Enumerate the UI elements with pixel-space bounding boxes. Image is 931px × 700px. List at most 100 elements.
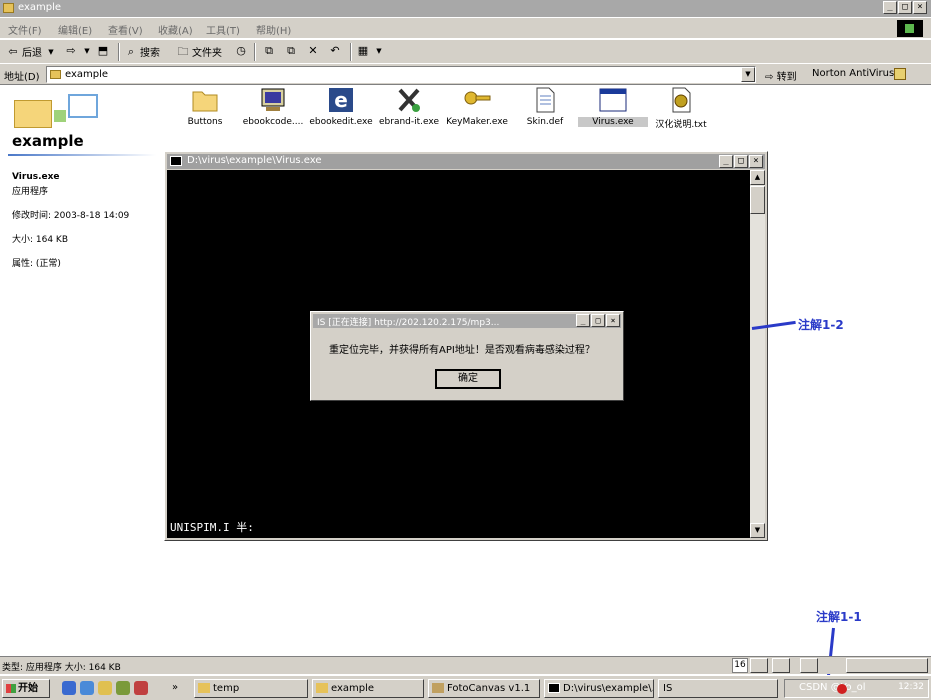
minimize-button[interactable]: _ (576, 314, 590, 327)
norton-icon[interactable] (894, 68, 906, 80)
folder-icon (192, 91, 218, 112)
file-type: 应用程序 (12, 187, 49, 197)
close-button[interactable]: × (606, 314, 620, 327)
file-item-readme[interactable]: 汉化说明.txt (646, 86, 716, 130)
ime-toolbar[interactable] (846, 658, 928, 673)
watermark: CSDN @Yo_ol (799, 682, 866, 693)
address-value: example (65, 69, 109, 80)
go-button[interactable]: ⇨ 转到 (765, 68, 797, 83)
app-icon[interactable] (134, 681, 148, 695)
ime-icon[interactable] (750, 658, 768, 673)
console-controls: _ □ × (719, 155, 763, 168)
file-label: 汉化说明.txt (655, 120, 707, 130)
folder-icon (50, 70, 61, 79)
chevron-down-icon[interactable]: ▼ (741, 67, 755, 82)
task-console[interactable]: D:\virus\example\... (544, 679, 654, 698)
maximize-button[interactable]: □ (591, 314, 605, 327)
folder-icon (198, 683, 210, 693)
up-folder-icon: ⬒ (97, 44, 109, 57)
close-button[interactable]: × (913, 1, 927, 14)
minimize-button[interactable]: _ (883, 1, 897, 14)
views-button[interactable]: ▦ ▼ (356, 44, 386, 58)
views-icon: ▦ (357, 44, 369, 57)
menu-help[interactable]: 帮助(H) (256, 22, 291, 37)
virus-tray-icon[interactable] (837, 684, 847, 694)
file-item-keymaker[interactable]: KeyMaker.exe (442, 86, 512, 127)
file-item-ebookedit[interactable]: e ebookedit.exe (306, 86, 376, 127)
move-to-icon: ⧉ (265, 44, 273, 57)
menu-favorites[interactable]: 收藏(A) (158, 22, 193, 37)
maximize-button[interactable]: □ (734, 155, 748, 168)
folders-button[interactable]: 🗀 文件夹 (176, 44, 223, 60)
address-input[interactable]: example ▼ (46, 66, 756, 83)
console-icon (548, 683, 560, 693)
task-label: D:\virus\example\... (563, 683, 654, 694)
folder-icon (3, 3, 14, 13)
file-label: ebookedit.exe (309, 117, 373, 127)
undo-button[interactable]: ↶ (328, 44, 342, 58)
undo-icon: ↶ (330, 44, 340, 57)
close-button[interactable]: × (749, 155, 763, 168)
menu-file[interactable]: 文件(F) (8, 22, 42, 37)
console-prompt: UNISPIM.I 半: (170, 521, 254, 534)
ime-spin-icon[interactable] (772, 658, 790, 673)
folder-title: example (12, 132, 84, 150)
norton-antivirus-button[interactable]: Norton AntiVirus (812, 68, 894, 79)
media-icon[interactable] (116, 681, 130, 695)
menu-tools[interactable]: 工具(T) (206, 22, 240, 37)
file-item-ebrandit[interactable]: ebrand-it.exe (374, 86, 444, 127)
task-fotocanvas[interactable]: FotoCanvas v1.1 (428, 679, 540, 698)
folders-icon: 🗀 (177, 44, 189, 58)
ie-icon[interactable] (62, 681, 76, 695)
file-label: Virus.exe (578, 117, 648, 127)
task-example[interactable]: example (312, 679, 424, 698)
taskbar: 开始 » temp example FotoCanvas v1.1 D:\vir… (0, 675, 931, 700)
status-count: 16 (732, 658, 748, 673)
forward-button[interactable]: ⇨ ▼ (64, 44, 94, 58)
console-title: D:\virus\example\Virus.exe (187, 155, 322, 166)
task-temp[interactable]: temp (194, 679, 308, 698)
maximize-button[interactable]: □ (898, 1, 912, 14)
scroll-down-icon[interactable]: ▼ (750, 523, 765, 538)
clock[interactable]: 12:32 (898, 682, 924, 692)
back-button[interactable]: ⇦ 后退 ▼ (6, 44, 58, 60)
outlook-icon[interactable] (80, 681, 94, 695)
divider (8, 154, 156, 156)
ok-button[interactable]: 确定 (435, 369, 501, 389)
menu-view[interactable]: 查看(V) (108, 22, 143, 37)
copy-to-icon: ⧉ (287, 44, 295, 57)
minimize-button[interactable]: _ (719, 155, 733, 168)
folder-graphic (14, 100, 52, 128)
console-scrollbar[interactable]: ▲ ▼ (750, 170, 765, 538)
scroll-thumb[interactable] (750, 186, 765, 214)
svg-text:e: e (334, 88, 348, 112)
file-label: ebrand-it.exe (379, 117, 439, 127)
computer-icon[interactable] (800, 658, 818, 673)
more-chevron-icon[interactable]: » (172, 681, 186, 695)
file-item-ebookcode[interactable]: ebookcode.... (238, 86, 308, 127)
dialog-controls: _ □ × (576, 314, 620, 327)
history-button[interactable]: ◷ (234, 44, 248, 58)
toolbar-separator (350, 43, 352, 61)
file-item-buttons[interactable]: Buttons (170, 86, 240, 127)
file-modified: 修改时间: 2003-8-18 14:09 (12, 211, 130, 221)
console-icon (170, 156, 182, 166)
task-label: FotoCanvas v1.1 (447, 683, 531, 694)
file-name: Virus.exe (12, 172, 60, 182)
move-to-button[interactable]: ⧉ (262, 44, 276, 58)
file-label: ebookcode.... (242, 117, 304, 127)
menu-edit[interactable]: 编辑(E) (58, 22, 92, 37)
desktop-icon[interactable] (98, 681, 112, 695)
task-is[interactable]: IS (658, 679, 778, 698)
file-list: Buttons ebookcode.... e ebookedit.exe eb… (170, 86, 750, 136)
file-item-skin[interactable]: Skin.def (510, 86, 580, 127)
delete-icon: ✕ (308, 44, 318, 57)
search-button[interactable]: ⌕ 搜索 (124, 44, 160, 60)
menubar: 文件(F) 编辑(E) 查看(V) 收藏(A) 工具(T) 帮助(H) (0, 18, 931, 38)
scroll-up-icon[interactable]: ▲ (750, 170, 765, 185)
up-folder-button[interactable]: ⬒ (96, 44, 110, 58)
file-item-virus[interactable]: Virus.exe (578, 86, 648, 127)
start-button[interactable]: 开始 (2, 679, 50, 698)
copy-to-button[interactable]: ⧉ (284, 44, 298, 58)
delete-button[interactable]: ✕ (306, 44, 320, 58)
